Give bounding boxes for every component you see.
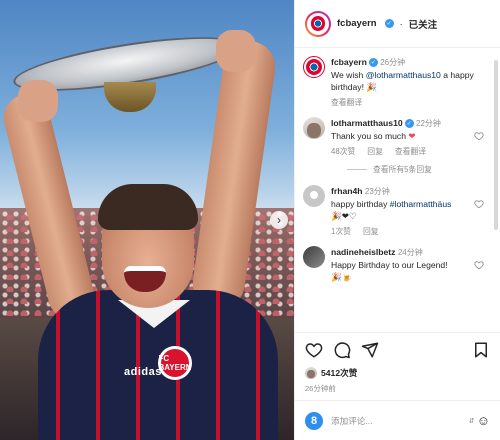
smiley-emoji-icon: ☺ [476,413,490,428]
commenter-avatar[interactable] [303,246,325,268]
caption-author-avatar[interactable] [303,56,325,78]
comment-text: Thank you so much ❤ [331,130,492,142]
verified-badge-icon: ✓ [368,58,378,68]
liker-avatar [305,367,317,379]
commenter-avatar[interactable] [303,117,325,139]
sort-arrows-icon: ⇵ [468,417,475,425]
view-replies-link[interactable]: 查看所有5条回复 [347,164,492,175]
comment-row: nadineheislbetz 24分钟 Happy Birthday to o… [303,246,492,283]
add-comment-input[interactable] [331,415,461,426]
caption-row: fcbayern ✓ 26分钟 We wish @lotharmatthaus10… [303,56,492,109]
following-button[interactable]: 已关注 [409,17,438,31]
comment-text-content: Thank you so much [331,131,406,141]
comments-scrollbar[interactable] [494,60,498,230]
player-hair [98,184,198,230]
comment-likes-count[interactable]: 1次赞 [331,226,351,238]
author-avatar[interactable] [305,10,331,37]
comment-text-content: happy birthday [331,199,390,209]
comment-username[interactable]: nadineheislbetz [331,247,395,257]
comment-text: happy birthday #lotharmatthäus [331,198,492,210]
replies-line [347,169,367,170]
like-comment-heart-icon[interactable] [474,131,484,141]
comment-likes-count[interactable]: 48次赞 [331,146,355,158]
comment-time: 22分钟 [416,119,441,128]
comments-section[interactable]: fcbayern ✓ 26分钟 We wish @lotharmatthaus10… [295,48,500,332]
comment-hashtag-link[interactable]: #lotharmatthäus [390,199,452,209]
like-comment-heart-icon[interactable] [474,199,484,209]
verified-badge-icon: ✓ [404,119,414,129]
author-username[interactable]: fcbayern [337,18,377,29]
comment-time: 23分钟 [364,187,390,196]
trophy-base [104,82,156,112]
red-heart-emoji: ❤ [408,131,416,141]
jersey-brand: adidas [124,366,162,378]
caption-text: We wish @lotharmatthaus10 a happy birthd… [331,69,492,93]
comment-emojis: 🎉🍺 [331,272,353,282]
caption-prefix: We wish [331,70,366,80]
bookmark-save-icon[interactable] [472,341,490,359]
post-photo[interactable]: FC BAYERN adidas › [0,0,294,440]
caption-username[interactable]: fcbayern [331,57,367,67]
emoji-picker-button[interactable]: ⇵ ☺ [469,413,490,428]
likes-summary[interactable]: 5412次赞 [305,367,490,379]
caption-time: 26分钟 [380,58,406,67]
comment-row: frhan4h 23分钟 happy birthday #lotharmatth… [303,185,492,238]
comment-time: 24分钟 [397,248,423,257]
extension-badge-icon[interactable]: 8 [305,411,323,430]
commenter-avatar[interactable] [303,185,325,207]
add-comment-bar: 8 ⇵ ☺ [295,400,500,440]
crest-text: FC BAYERN [158,354,192,372]
like-heart-icon[interactable] [305,341,323,359]
reply-button[interactable]: 回复 [367,146,383,158]
view-replies-label: 查看所有5条回复 [373,165,432,174]
comment-username[interactable]: frhan4h [331,186,363,196]
comment-bubble-icon[interactable] [333,341,351,359]
posted-time: 26分钟前 [305,384,336,393]
instagram-post-dialog: FC BAYERN adidas › fcbayern ✓ · 已关注 fcba… [0,0,500,440]
comment-username[interactable]: lotharmatthaus10 [331,118,403,128]
separator-dot: · [399,18,403,29]
left-hand [18,80,58,122]
caption-mention-link[interactable]: @lotharmatthaus10 [366,70,441,80]
likes-count: 5412次赞 [321,368,358,378]
post-header: fcbayern ✓ · 已关注 [295,0,500,48]
reply-button[interactable]: 回复 [363,226,379,238]
post-actions: 5412次赞 26分钟前 [295,332,500,400]
comment-text: Happy Birthday to our Legend! [331,260,448,270]
caption-translate-link[interactable]: 查看翻译 [331,97,362,109]
post-side-panel: fcbayern ✓ · 已关注 fcbayern ✓ 26分钟 We wish … [294,0,500,440]
translate-link[interactable]: 查看翻译 [395,146,426,158]
bayern-crest-icon: FC BAYERN [158,346,192,380]
share-send-icon[interactable] [361,341,379,359]
verified-badge-icon: ✓ [384,19,394,28]
comment-row: lotharmatthaus10 ✓ 22分钟 Thank you so much… [303,117,492,158]
right-hand [216,30,256,72]
comment-emojis: 🎉❤♡ [331,211,357,221]
like-comment-heart-icon[interactable] [474,260,484,270]
next-photo-arrow-icon[interactable]: › [270,211,288,229]
